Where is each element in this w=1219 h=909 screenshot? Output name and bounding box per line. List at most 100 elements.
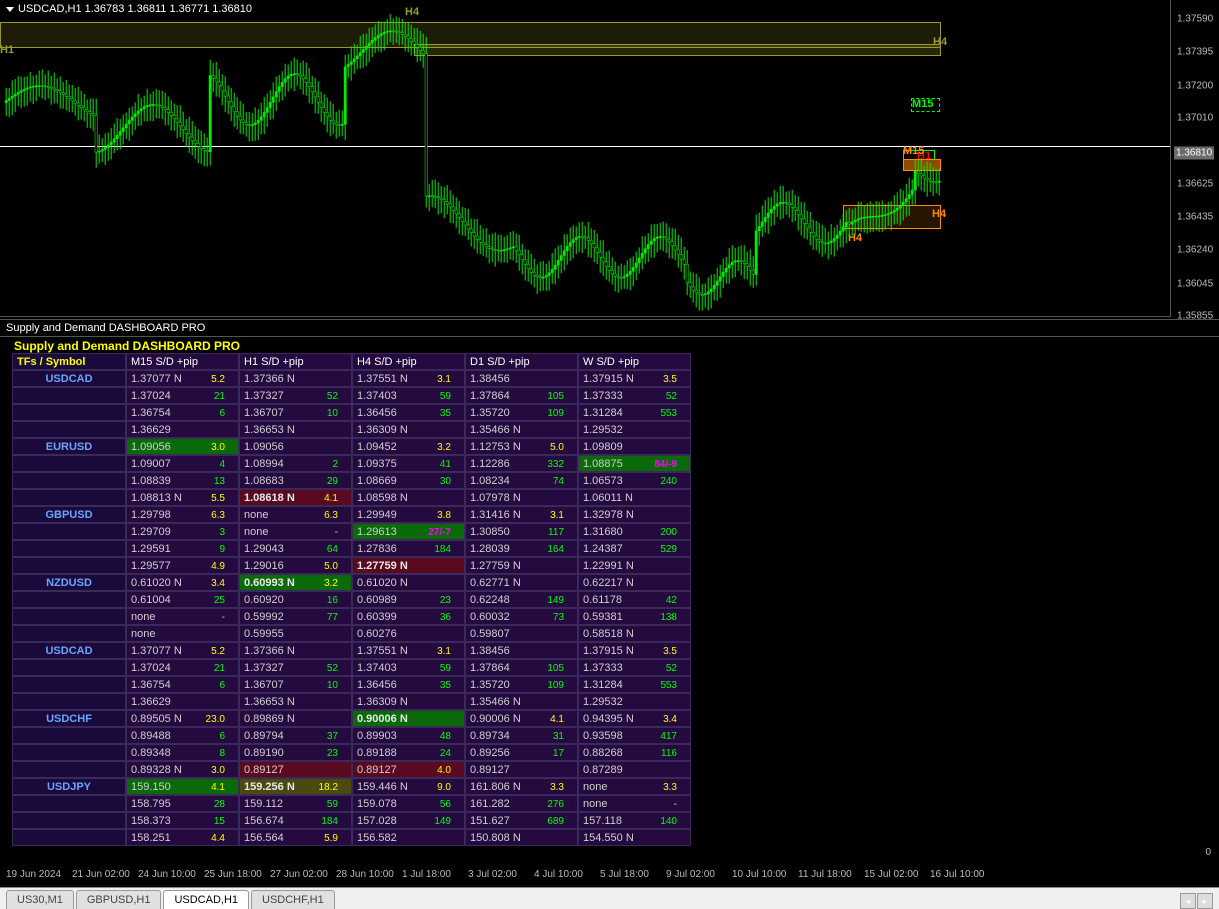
dash-cell[interactable]: 1.3733352 (578, 659, 691, 676)
dash-cell[interactable]: 1.32978 N (578, 506, 691, 523)
cell-symbol[interactable]: USDCAD (12, 370, 126, 387)
dash-cell[interactable]: 159.446 N9.0 (352, 778, 465, 795)
dash-cell[interactable]: 1.35720109 (465, 404, 578, 421)
dash-cell[interactable]: 0.5999277 (239, 608, 352, 625)
dash-cell[interactable]: 1.37366 N (239, 642, 352, 659)
dash-cell[interactable]: 1.2961327/-7 (352, 523, 465, 540)
dash-cell[interactable]: 0.6117842 (578, 591, 691, 608)
dash-cell[interactable]: 1.37366 N (239, 370, 352, 387)
dash-cell[interactable]: 1.31284553 (578, 676, 691, 693)
dash-cell[interactable]: 159.07856 (352, 795, 465, 812)
dash-cell[interactable]: 159.256 N18.2 (239, 778, 352, 795)
dash-cell[interactable]: 1.09809 (578, 438, 691, 455)
dash-cell[interactable]: 1.28039164 (465, 540, 578, 557)
dash-cell[interactable]: 0.6003273 (465, 608, 578, 625)
dash-cell[interactable]: 1.37551 N3.1 (352, 642, 465, 659)
dash-cell[interactable]: 1.07978 N (465, 489, 578, 506)
dash-cell[interactable]: 156.5645.9 (239, 829, 352, 846)
dash-cell[interactable]: 1.3740359 (352, 387, 465, 404)
dash-cell[interactable]: 1.08598 N (352, 489, 465, 506)
dash-cell[interactable]: 1.299493.8 (352, 506, 465, 523)
dash-cell[interactable]: 156.582 (352, 829, 465, 846)
dash-cell[interactable]: 1.090563.0 (126, 438, 239, 455)
dash-cell[interactable]: 0.89505 N23.0 (126, 710, 239, 727)
dash-cell[interactable]: none6.3 (239, 506, 352, 523)
dash-cell[interactable]: 1.27759 N (465, 557, 578, 574)
dash-cell[interactable]: 0.59955 (239, 625, 352, 642)
dash-cell[interactable]: 150.808 N (465, 829, 578, 846)
dash-cell[interactable]: 1.37077 N5.2 (126, 642, 239, 659)
dash-cell[interactable]: 0.6098923 (352, 591, 465, 608)
dash-cell[interactable]: 151.627689 (465, 812, 578, 829)
dash-cell[interactable]: 1.08813 N5.5 (126, 489, 239, 506)
dash-cell[interactable]: 1.2904364 (239, 540, 352, 557)
cell-symbol[interactable]: USDCAD (12, 642, 126, 659)
dash-cell[interactable]: 1.24387529 (578, 540, 691, 557)
dash-cell[interactable]: 1.06011 N (578, 489, 691, 506)
dash-cell[interactable]: 1.35466 N (465, 693, 578, 710)
dash-cell[interactable]: none- (239, 523, 352, 540)
dash-cell[interactable]: 1.3702421 (126, 387, 239, 404)
dash-cell[interactable]: 158.37315 (126, 812, 239, 829)
dash-cell[interactable]: 1.31284553 (578, 404, 691, 421)
dash-cell[interactable]: 1.0937541 (352, 455, 465, 472)
dash-cell[interactable]: 0.58518 N (578, 625, 691, 642)
chart-tab[interactable]: GBPUSD,H1 (76, 890, 162, 909)
dash-cell[interactable]: 0.89869 N (239, 710, 352, 727)
dash-cell[interactable]: 159.11259 (239, 795, 352, 812)
dash-cell[interactable]: 158.2514.4 (126, 829, 239, 846)
dash-cell[interactable]: 1.06573240 (578, 472, 691, 489)
chart-tab[interactable]: USDCHF,H1 (251, 890, 335, 909)
dash-cell[interactable]: 1.3740359 (352, 659, 465, 676)
dash-cell[interactable]: 0.62248149 (465, 591, 578, 608)
dash-cell[interactable]: 1.36309 N (352, 421, 465, 438)
dash-cell[interactable]: 0.89127 (239, 761, 352, 778)
dash-cell[interactable]: 0.61020 N (352, 574, 465, 591)
dash-cell[interactable]: 1.089942 (239, 455, 352, 472)
dash-cell[interactable]: 0.90006 N (352, 710, 465, 727)
dash-cell[interactable]: 0.8990348 (352, 727, 465, 744)
dash-cell[interactable]: 161.282276 (465, 795, 578, 812)
dash-cell[interactable]: 1.0887584/-9 (578, 455, 691, 472)
dash-cell[interactable]: 1.08618 N4.1 (239, 489, 352, 506)
dash-cell[interactable]: 0.62771 N (465, 574, 578, 591)
dash-cell[interactable]: 1.29532 (578, 693, 691, 710)
dash-cell[interactable]: 161.806 N3.3 (465, 778, 578, 795)
dash-cell[interactable]: 1.36629 (126, 421, 239, 438)
dash-cell[interactable]: 0.89127 (465, 761, 578, 778)
dash-cell[interactable]: 1.0823474 (465, 472, 578, 489)
dash-cell[interactable]: 154.550 N (578, 829, 691, 846)
dash-cell[interactable]: 1.0883913 (126, 472, 239, 489)
dash-cell[interactable]: 1.09056 (239, 438, 352, 455)
dash-cell[interactable]: 1.29532 (578, 421, 691, 438)
dash-cell[interactable]: 1.297986.3 (126, 506, 239, 523)
chart-tab[interactable]: US30,M1 (6, 890, 74, 909)
dash-cell[interactable]: 156.674184 (239, 812, 352, 829)
cell-symbol[interactable]: USDCHF (12, 710, 126, 727)
dash-cell[interactable]: 0.893488 (126, 744, 239, 761)
chart-tab[interactable]: USDCAD,H1 (163, 890, 249, 909)
dash-cell[interactable]: 158.79528 (126, 795, 239, 812)
dash-cell[interactable]: none- (126, 608, 239, 625)
dash-cell[interactable]: 1.094523.2 (352, 438, 465, 455)
dash-cell[interactable]: 0.894886 (126, 727, 239, 744)
dash-cell[interactable]: 1.35466 N (465, 421, 578, 438)
dash-cell[interactable]: 1.36653 N (239, 693, 352, 710)
dash-cell[interactable]: 1.367546 (126, 404, 239, 421)
dash-cell[interactable]: 0.8925617 (465, 744, 578, 761)
cell-symbol[interactable]: NZDUSD (12, 574, 126, 591)
dash-cell[interactable]: 157.118140 (578, 812, 691, 829)
dash-cell[interactable]: 1.36309 N (352, 693, 465, 710)
dash-cell[interactable]: 0.8973431 (465, 727, 578, 744)
dash-cell[interactable]: 1.090074 (126, 455, 239, 472)
dash-cell[interactable]: 1.36653 N (239, 421, 352, 438)
dash-cell[interactable]: 1.37864105 (465, 387, 578, 404)
tab-scroll-right[interactable]: ▸ (1197, 893, 1213, 909)
dash-cell[interactable]: 1.3732752 (239, 387, 352, 404)
cell-symbol[interactable]: GBPUSD (12, 506, 126, 523)
dash-cell[interactable]: 1.3702421 (126, 659, 239, 676)
dash-cell[interactable]: 0.61020 N3.4 (126, 574, 239, 591)
dash-cell[interactable]: 1.3645635 (352, 676, 465, 693)
dash-cell[interactable]: 1.27759 N (352, 557, 465, 574)
dash-cell[interactable]: 1.22991 N (578, 557, 691, 574)
